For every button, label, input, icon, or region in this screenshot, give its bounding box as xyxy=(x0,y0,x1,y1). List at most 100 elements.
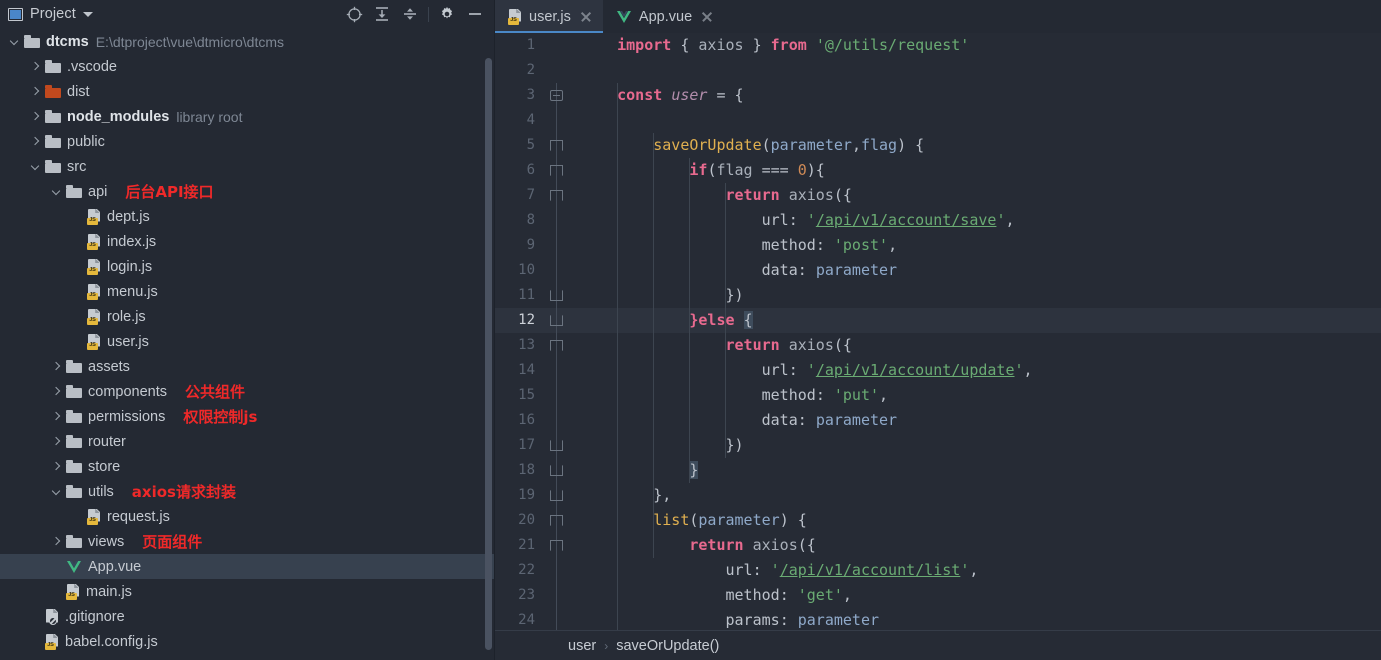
code-line[interactable]: 4 xyxy=(495,108,1381,133)
tree-item-dist[interactable]: dist xyxy=(0,79,495,104)
editor-tab-app-vue[interactable]: App.vue xyxy=(603,0,724,33)
chevron-down-icon[interactable] xyxy=(50,485,63,498)
chevron-right-icon[interactable] xyxy=(29,60,42,73)
project-tree[interactable]: dtcms E:\dtproject\vue\dtmicro\dtcms .vsco… xyxy=(0,28,495,660)
code-line[interactable]: 19 }, xyxy=(495,483,1381,508)
editor-tab-user-js[interactable]: JS user.js xyxy=(495,0,603,33)
tree-item-api[interactable]: api 后台API接口 xyxy=(0,179,495,204)
chevron-right-icon[interactable] xyxy=(29,110,42,123)
code-line[interactable]: 16 data: parameter xyxy=(495,408,1381,433)
fold-gutter[interactable] xyxy=(543,508,571,533)
fold-gutter[interactable] xyxy=(543,108,571,133)
tree-item-public[interactable]: public xyxy=(0,129,495,154)
tree-item-components[interactable]: components 公共组件 xyxy=(0,379,495,404)
minimize-icon[interactable] xyxy=(461,1,489,27)
fold-gutter[interactable] xyxy=(543,533,571,558)
fold-gutter[interactable] xyxy=(543,433,571,458)
code-line[interactable]: 20 list(parameter) { xyxy=(495,508,1381,533)
code-line[interactable]: 9 method: 'post', xyxy=(495,233,1381,258)
code-line[interactable]: 11 }) xyxy=(495,283,1381,308)
fold-gutter[interactable] xyxy=(543,258,571,283)
fold-gutter[interactable] xyxy=(543,308,571,333)
fold-gutter[interactable] xyxy=(543,383,571,408)
expand-all-icon[interactable] xyxy=(368,1,396,27)
code-line[interactable]: 1 import { axios } from '@/utils/request… xyxy=(495,33,1381,58)
fold-gutter[interactable] xyxy=(543,158,571,183)
locate-icon[interactable] xyxy=(340,1,368,27)
fold-gutter[interactable] xyxy=(543,58,571,83)
chevron-down-icon[interactable] xyxy=(82,11,93,17)
tree-item-node-modules[interactable]: node_modules library root xyxy=(0,104,495,129)
gear-icon[interactable] xyxy=(433,1,461,27)
chevron-right-icon[interactable] xyxy=(50,460,63,473)
tree-item-permissions[interactable]: permissions 权限控制js xyxy=(0,404,495,429)
tree-item-store[interactable]: store xyxy=(0,454,495,479)
code-line[interactable]: 5 saveOrUpdate(parameter,flag) { xyxy=(495,133,1381,158)
tree-item-utils[interactable]: utils axios请求封装 xyxy=(0,479,495,504)
tree-item-assets[interactable]: assets xyxy=(0,354,495,379)
chevron-down-icon[interactable] xyxy=(29,160,42,173)
tree-item-role-js[interactable]: JS role.js xyxy=(0,304,495,329)
tree-item--gitignore[interactable]: .gitignore xyxy=(0,604,495,629)
fold-marker[interactable] xyxy=(550,90,563,101)
tree-item-main-js[interactable]: JS main.js xyxy=(0,579,495,604)
close-icon[interactable] xyxy=(579,10,593,24)
fold-gutter[interactable] xyxy=(543,208,571,233)
tree-item-src[interactable]: src xyxy=(0,154,495,179)
chevron-right-icon[interactable] xyxy=(50,385,63,398)
code-line[interactable]: 10 data: parameter xyxy=(495,258,1381,283)
breadcrumb-item[interactable]: saveOrUpdate() xyxy=(616,638,719,654)
tree-item--vscode[interactable]: .vscode xyxy=(0,54,495,79)
code-line[interactable]: 3 const user = { xyxy=(495,83,1381,108)
breadcrumb-item[interactable]: user xyxy=(568,638,596,654)
code-line[interactable]: 17 }) xyxy=(495,433,1381,458)
collapse-all-icon[interactable] xyxy=(396,1,424,27)
fold-gutter[interactable] xyxy=(543,83,571,108)
fold-gutter[interactable] xyxy=(543,558,571,583)
project-title-group[interactable]: Project xyxy=(8,6,93,22)
chevron-right-icon[interactable] xyxy=(50,535,63,548)
fold-gutter[interactable] xyxy=(543,183,571,208)
chevron-down-icon[interactable] xyxy=(8,35,21,48)
code-line[interactable]: 14 url: '/api/v1/account/update', xyxy=(495,358,1381,383)
chevron-right-icon[interactable] xyxy=(50,435,63,448)
code-line[interactable]: 15 method: 'put', xyxy=(495,383,1381,408)
project-scrollbar-track[interactable] xyxy=(485,28,494,660)
code-line[interactable]: 18 } xyxy=(495,458,1381,483)
chevron-down-icon[interactable] xyxy=(50,185,63,198)
tree-item-dtcms[interactable]: dtcms E:\dtproject\vue\dtmicro\dtcms xyxy=(0,29,495,54)
fold-gutter[interactable] xyxy=(543,483,571,508)
fold-gutter[interactable] xyxy=(543,283,571,308)
fold-gutter[interactable] xyxy=(543,608,571,630)
fold-gutter[interactable] xyxy=(543,583,571,608)
code-line[interactable]: 23 method: 'get', xyxy=(495,583,1381,608)
code-line[interactable]: 2 xyxy=(495,58,1381,83)
tree-item-app-vue[interactable]: App.vue xyxy=(0,554,495,579)
tree-item-dept-js[interactable]: JS dept.js xyxy=(0,204,495,229)
project-scrollbar-thumb[interactable] xyxy=(485,58,492,650)
code-line[interactable]: 13 return axios({ xyxy=(495,333,1381,358)
fold-gutter[interactable] xyxy=(543,408,571,433)
tree-item-views[interactable]: views 页面组件 xyxy=(0,529,495,554)
chevron-right-icon[interactable] xyxy=(50,410,63,423)
tree-item-menu-js[interactable]: JS menu.js xyxy=(0,279,495,304)
chevron-right-icon[interactable] xyxy=(29,85,42,98)
tree-item-index-js[interactable]: JS index.js xyxy=(0,229,495,254)
code-line[interactable]: 21 return axios({ xyxy=(495,533,1381,558)
fold-gutter[interactable] xyxy=(543,458,571,483)
tree-item-request-js[interactable]: JS request.js xyxy=(0,504,495,529)
tree-item-router[interactable]: router xyxy=(0,429,495,454)
chevron-right-icon[interactable] xyxy=(50,360,63,373)
fold-gutter[interactable] xyxy=(543,333,571,358)
close-icon[interactable] xyxy=(700,10,714,24)
tree-item-babel-config-js[interactable]: JS babel.config.js xyxy=(0,629,495,654)
fold-gutter[interactable] xyxy=(543,33,571,58)
fold-gutter[interactable] xyxy=(543,233,571,258)
code-line[interactable]: 22 url: '/api/v1/account/list', xyxy=(495,558,1381,583)
code-line[interactable]: 12 }else { xyxy=(495,308,1381,333)
tree-item-login-js[interactable]: JS login.js xyxy=(0,254,495,279)
code-line[interactable]: 24 params: parameter xyxy=(495,608,1381,630)
code-canvas[interactable]: 1 import { axios } from '@/utils/request… xyxy=(495,33,1381,630)
fold-gutter[interactable] xyxy=(543,133,571,158)
code-line[interactable]: 7 return axios({ xyxy=(495,183,1381,208)
